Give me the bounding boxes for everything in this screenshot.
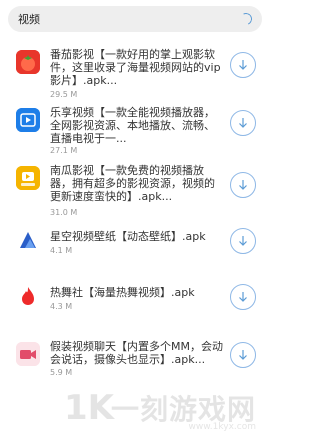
arrow-down-icon [239,180,247,190]
app-size: 4.1 M [50,246,73,255]
app-title[interactable]: 热舞社【海量热舞视频】.apk [50,286,225,299]
tomato-icon [16,50,40,74]
arrow-down-icon [239,118,247,128]
app-title[interactable]: 假装视频聊天【内置多个MM，会动会说话，摄像头也显示】.apk... [50,340,225,366]
app-title[interactable]: 番茄影视【一款好用的掌上观影软件，这里收录了海量视频网站的vip影片】.apk.… [50,48,225,87]
arrow-down-icon [239,292,247,302]
app-size: 5.9 M [50,368,73,377]
app-title[interactable]: 星空视频壁纸【动态壁纸】.apk [50,230,225,243]
app-size: 4.3 M [50,302,73,311]
watermark-url: www.1kyx.com [188,422,256,432]
app-size: 27.1 M [50,146,78,155]
search-bar[interactable]: 视频 [8,6,262,32]
list-item[interactable]: 番茄影视【一款好用的掌上观影软件，这里收录了海量视频网站的vip影片】.apk.… [0,44,270,102]
flame-icon [16,284,40,308]
list-item[interactable]: 乐享视频【一款全能视频播放器，全网影视资源、本地播放、流畅、直播电视于一... … [0,102,270,160]
pumpkin-icon [16,166,40,190]
list-item[interactable]: 南瓜影视【一款免费的视频播放器，拥有超多的影视资源，视频的更新速度蛮快的】.ap… [0,160,270,222]
download-button[interactable] [230,284,256,310]
download-button[interactable] [230,228,256,254]
list-item[interactable]: 假装视频聊天【内置多个MM，会动会说话，摄像头也显示】.apk... 5.9 M [0,336,270,396]
starry-sky-icon [16,228,40,252]
download-button[interactable] [230,110,256,136]
video-camera-icon [16,342,40,366]
download-button[interactable] [230,172,256,198]
download-button[interactable] [230,342,256,368]
arrow-down-icon [239,60,247,70]
app-title[interactable]: 南瓜影视【一款免费的视频播放器，拥有超多的影视资源，视频的更新速度蛮快的】.ap… [50,164,225,203]
download-button[interactable] [230,52,256,78]
app-title[interactable]: 乐享视频【一款全能视频播放器，全网影视资源、本地播放、流畅、直播电视于一... [50,106,225,145]
app-size: 29.5 M [50,90,78,99]
play-icon [16,108,40,132]
arrow-down-icon [239,350,247,360]
app-list: 番茄影视【一款好用的掌上观影软件，这里收录了海量视频网站的vip影片】.apk.… [0,44,270,396]
search-input[interactable]: 视频 [18,11,240,27]
list-item[interactable]: 热舞社【海量热舞视频】.apk 4.3 M [0,278,270,336]
app-size: 31.0 M [50,208,78,217]
arrow-down-icon [239,236,247,246]
loading-spinner-icon [238,11,254,27]
list-item[interactable]: 星空视频壁纸【动态壁纸】.apk 4.1 M [0,222,270,278]
